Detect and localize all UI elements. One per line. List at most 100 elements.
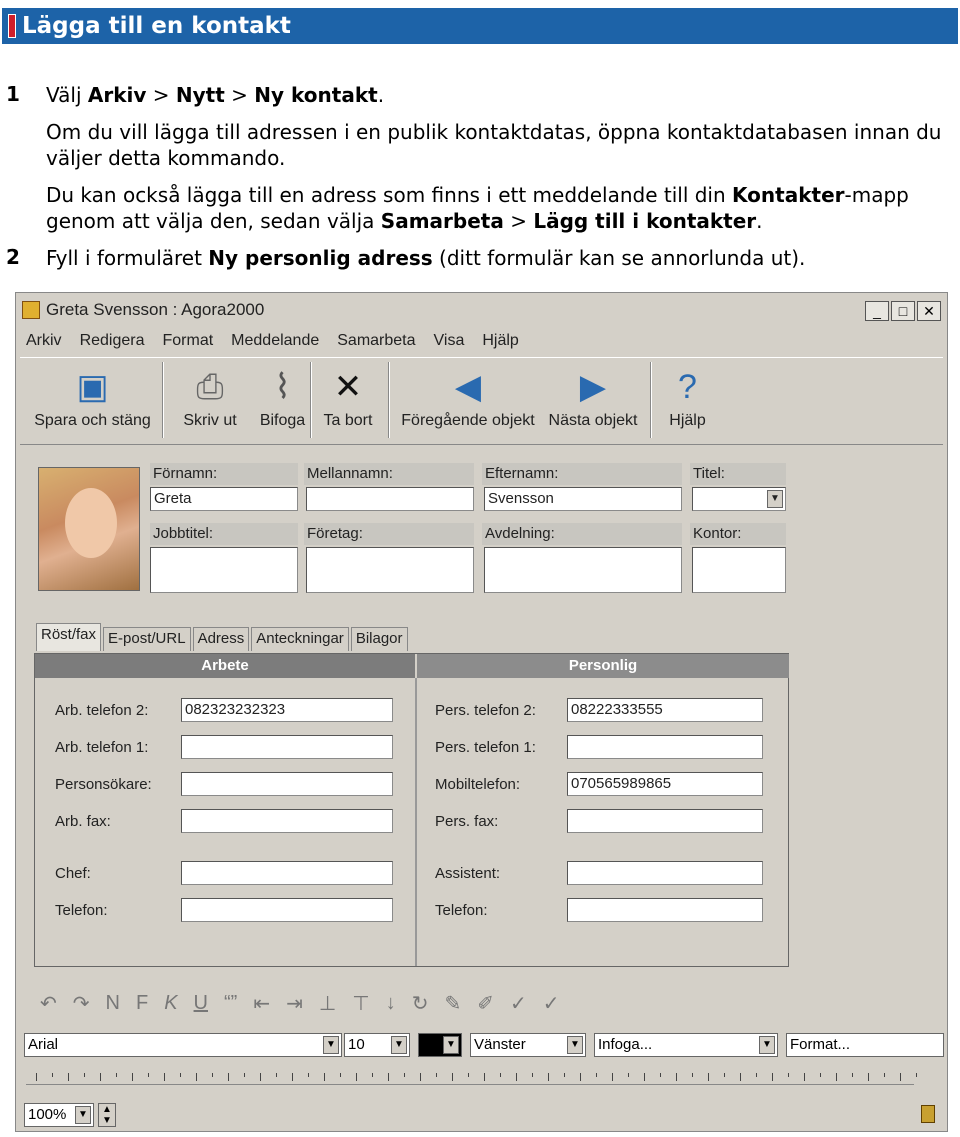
dropdown-arrow-icon[interactable]: ▼	[391, 1036, 407, 1054]
ruler-tick	[692, 1073, 693, 1077]
chef-field[interactable]	[181, 861, 393, 885]
dropdown-arrow-icon[interactable]: ▼	[567, 1036, 583, 1054]
mellannamn-field[interactable]	[306, 487, 474, 511]
close-button[interactable]: ✕	[917, 301, 941, 321]
paint-icon[interactable]: ✐	[477, 991, 494, 1016]
arb-telefon-field[interactable]	[181, 898, 393, 922]
arb-telefon-1-field[interactable]	[181, 735, 393, 759]
alignment-select[interactable]: Vänster ▼	[470, 1033, 586, 1057]
kontor-field[interactable]	[692, 547, 786, 593]
bold-icon[interactable]: N	[106, 992, 120, 1015]
fornamn-field[interactable]: Greta	[150, 487, 298, 511]
arb-telefon-2-field[interactable]: 082323232323	[181, 698, 393, 722]
maximize-button[interactable]: □	[891, 301, 915, 321]
jobbtitel-field[interactable]	[150, 547, 298, 593]
contact-photo[interactable]	[38, 467, 140, 591]
italic-icon[interactable]: K	[164, 992, 177, 1015]
outdent-icon[interactable]: ⇤	[253, 991, 270, 1016]
lock-icon	[921, 1105, 935, 1123]
help-question-icon: ?	[678, 367, 697, 406]
previous-item-button[interactable]: ◀ Föregående objekt	[398, 362, 538, 430]
abc-icon[interactable]: ✓	[543, 991, 560, 1016]
pers-telefon-2-field[interactable]: 08222333555	[567, 698, 763, 722]
help-button[interactable]: ? Hjälp	[660, 362, 715, 430]
ruler-tick	[468, 1073, 469, 1077]
efternamn-field[interactable]: Svensson	[484, 487, 682, 511]
avdelning-field[interactable]	[484, 547, 682, 593]
mobiltelefon-label: Mobiltelefon:	[435, 776, 521, 793]
menu-arkiv[interactable]: Arkiv	[26, 332, 62, 350]
mobiltelefon-field[interactable]: 070565989865	[567, 772, 763, 796]
pers-telefon-field[interactable]	[567, 898, 763, 922]
menu-redigera[interactable]: Redigera	[80, 332, 145, 350]
tab-epost-url[interactable]: E-post/URL	[103, 627, 191, 651]
titel-select[interactable]: ▼	[692, 487, 786, 511]
dropdown-arrow-icon[interactable]: ▼	[75, 1106, 91, 1124]
next-item-button[interactable]: ▶ Nästa objekt	[546, 362, 640, 430]
zoom-select[interactable]: 100% ▼	[24, 1103, 94, 1127]
menu-visa[interactable]: Visa	[434, 332, 465, 350]
redo-icon[interactable]: ↷	[73, 991, 90, 1016]
format-selectors: Arial ▼ 10 ▼ ▼ Vänster ▼ Infoga... ▼ Format.…	[20, 1033, 944, 1059]
undo-icon[interactable]: ↶	[40, 991, 57, 1016]
arb-fax-label: Arb. fax:	[55, 813, 111, 830]
tab-stop-icon[interactable]: ⊤	[352, 991, 369, 1016]
pers-fax-field[interactable]	[567, 809, 763, 833]
attach-button[interactable]: ⌇ Bifoga	[245, 362, 320, 430]
menu-format[interactable]: Format	[163, 332, 214, 350]
color-select[interactable]: ▼	[418, 1033, 462, 1057]
assistent-field[interactable]	[567, 861, 763, 885]
refresh-icon[interactable]: ↻	[412, 991, 429, 1016]
paragraph-format-select[interactable]: Format...	[786, 1033, 944, 1057]
save-close-button[interactable]: ▣ Spara och stäng	[30, 362, 155, 430]
delete-button[interactable]: ✕ Ta bort	[318, 362, 378, 430]
step2-line: Fyll i formuläret Ny personlig adress (d…	[46, 246, 806, 270]
ruler-tick	[308, 1073, 309, 1077]
menu-samarbeta[interactable]: Samarbeta	[337, 332, 415, 350]
spell-icon[interactable]: ✓	[510, 991, 527, 1016]
pin-icon[interactable]: ↓	[386, 992, 396, 1015]
header-marker	[8, 14, 16, 38]
pers-telefon-1-field[interactable]	[567, 735, 763, 759]
ruler-tick	[644, 1073, 645, 1081]
ruler-tick	[884, 1073, 885, 1077]
ruler-tick	[548, 1073, 549, 1081]
menu-bar: Arkiv Redigera Format Meddelande Samarbe…	[16, 327, 947, 355]
ruler-tick	[356, 1073, 357, 1081]
ruler-tick	[900, 1073, 901, 1081]
tab-adress[interactable]: Adress	[192, 627, 250, 651]
foretag-field[interactable]	[306, 547, 474, 593]
ruler-tick	[532, 1073, 533, 1077]
align-icon[interactable]: ⊥	[319, 991, 336, 1016]
menu-hjalp[interactable]: Hjälp	[482, 332, 518, 350]
brush-icon[interactable]: ✎	[444, 991, 461, 1016]
window-titlebar: Greta Svensson : Agora2000 _ □ ✕	[16, 293, 947, 327]
bold-f-icon[interactable]: F	[136, 992, 148, 1015]
tab-bilagor[interactable]: Bilagor	[350, 627, 408, 651]
arb-fax-field[interactable]	[181, 809, 393, 833]
personsokare-field[interactable]	[181, 772, 393, 796]
ruler-tick	[772, 1073, 773, 1081]
delete-x-icon: ✕	[333, 368, 363, 406]
indent-icon[interactable]: ⇥	[286, 991, 303, 1016]
arrow-left-icon: ◀	[454, 368, 482, 406]
personlig-header: Personlig	[417, 654, 789, 678]
dropdown-arrow-icon[interactable]: ▼	[759, 1036, 775, 1054]
ruler-tick	[244, 1073, 245, 1077]
dropdown-arrow-icon[interactable]: ▼	[767, 490, 783, 508]
zoom-spinner[interactable]: ▲ ▼	[98, 1103, 116, 1127]
underline-icon[interactable]: U	[194, 992, 208, 1015]
font-select[interactable]: Arial ▼	[24, 1033, 342, 1057]
quote-icon[interactable]: “”	[224, 992, 237, 1015]
insert-select[interactable]: Infoga... ▼	[594, 1033, 778, 1057]
tab-anteckningar[interactable]: Anteckningar	[251, 627, 349, 651]
dropdown-arrow-icon[interactable]: ▼	[323, 1036, 339, 1054]
font-size-select[interactable]: 10 ▼	[344, 1033, 410, 1057]
ruler-tick	[212, 1073, 213, 1077]
ruler[interactable]	[26, 1067, 917, 1085]
menu-meddelande[interactable]: Meddelande	[231, 332, 319, 350]
dropdown-arrow-icon[interactable]: ▼	[443, 1036, 459, 1054]
tab-rost-fax[interactable]: Röst/fax	[36, 623, 102, 651]
print-button[interactable]: ⎙ Skriv ut	[175, 362, 245, 430]
minimize-button[interactable]: _	[865, 301, 889, 321]
